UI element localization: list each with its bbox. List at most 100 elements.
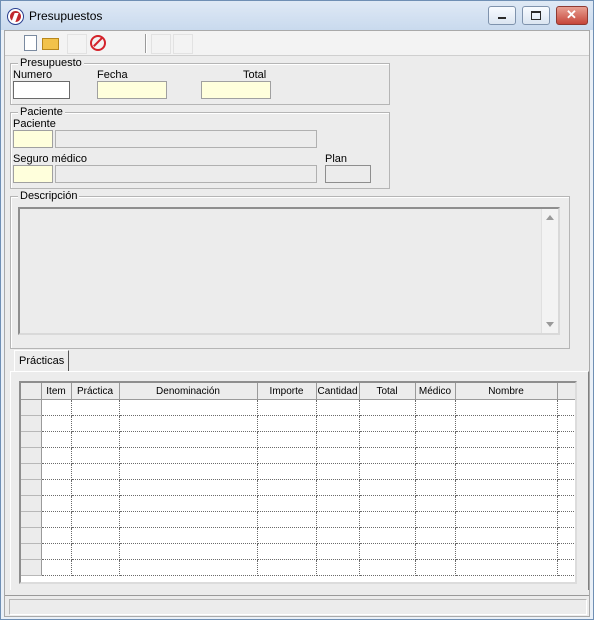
grid-cell[interactable] (71, 415, 120, 432)
grid-cell[interactable] (415, 479, 456, 496)
grid-cell[interactable] (557, 447, 575, 464)
grid-cell[interactable] (41, 543, 72, 560)
grid-cell[interactable] (71, 543, 120, 560)
grid-cell[interactable] (415, 495, 456, 512)
grid-cell[interactable] (41, 463, 72, 480)
grid-cell[interactable] (119, 511, 258, 528)
grid-cell[interactable] (359, 543, 416, 560)
scroll-down-icon[interactable] (546, 322, 554, 327)
grid-cell[interactable] (557, 463, 575, 480)
row-header-cell[interactable] (21, 479, 42, 496)
grid-cell[interactable] (119, 431, 258, 448)
table-row[interactable] (21, 399, 575, 416)
grid-cell[interactable] (257, 431, 317, 448)
grid-cell[interactable] (257, 463, 317, 480)
grid-cell[interactable] (41, 559, 72, 576)
grid-cell[interactable] (119, 463, 258, 480)
table-row[interactable] (21, 431, 575, 448)
grid-cell[interactable] (415, 399, 456, 416)
grid-cell[interactable] (359, 399, 416, 416)
scroll-up-icon[interactable] (546, 215, 554, 220)
grid-cell[interactable] (119, 495, 258, 512)
grid-cell[interactable] (415, 447, 456, 464)
grid-cell[interactable] (71, 495, 120, 512)
grid-cell[interactable] (359, 479, 416, 496)
grid-cell[interactable] (415, 463, 456, 480)
grid-cell[interactable] (557, 415, 575, 432)
grid-cell[interactable] (557, 511, 575, 528)
grid-cell[interactable] (316, 559, 360, 576)
seguro-code-input[interactable] (13, 165, 53, 183)
grid-cell[interactable] (455, 527, 558, 544)
grid-cell[interactable] (557, 479, 575, 496)
row-header-cell[interactable] (21, 559, 42, 576)
grid-cell[interactable] (257, 415, 317, 432)
grid-cell[interactable] (455, 511, 558, 528)
table-row[interactable] (21, 543, 575, 560)
grid-cell[interactable] (557, 495, 575, 512)
grid-cell[interactable] (41, 511, 72, 528)
open-folder-icon[interactable] (41, 34, 59, 52)
row-header-cell[interactable] (21, 415, 42, 432)
grid-cell[interactable] (119, 415, 258, 432)
row-header-cell[interactable] (21, 495, 42, 512)
grid-cell[interactable] (557, 543, 575, 560)
grid-cell[interactable] (359, 559, 416, 576)
grid-cell[interactable] (359, 447, 416, 464)
grid-cell[interactable] (71, 511, 120, 528)
grid-cell[interactable] (41, 447, 72, 464)
grid-cell[interactable] (257, 559, 317, 576)
table-row[interactable] (21, 559, 575, 576)
paciente-code-input[interactable] (13, 130, 53, 148)
grid-column-header[interactable]: Nombre (455, 383, 558, 400)
numero-input[interactable] (13, 81, 70, 99)
tab-practicas[interactable]: Prácticas (14, 350, 70, 372)
grid-column-header[interactable]: Item (41, 383, 72, 400)
grid-cell[interactable] (415, 431, 456, 448)
grid-cell[interactable] (257, 479, 317, 496)
cancel-icon[interactable] (89, 34, 107, 52)
grid-cell[interactable] (557, 559, 575, 576)
grid-cell[interactable] (415, 559, 456, 576)
new-document-icon[interactable] (21, 34, 39, 52)
grid-cell[interactable] (119, 479, 258, 496)
grid-cell[interactable] (359, 495, 416, 512)
grid-cell[interactable] (316, 415, 360, 432)
grid-cell[interactable] (316, 511, 360, 528)
grid-cell[interactable] (257, 399, 317, 416)
grid-column-header[interactable]: Práctica (71, 383, 120, 400)
grid-cell[interactable] (316, 447, 360, 464)
grid-cell[interactable] (41, 479, 72, 496)
grid-cell[interactable] (455, 479, 558, 496)
grid-cell[interactable] (316, 479, 360, 496)
grid-cell[interactable] (316, 463, 360, 480)
grid-cell[interactable] (455, 559, 558, 576)
plan-input[interactable] (325, 165, 371, 183)
grid-cell[interactable] (455, 431, 558, 448)
grid-cell[interactable] (257, 447, 317, 464)
grid-cell[interactable] (119, 399, 258, 416)
grid-cell[interactable] (455, 399, 558, 416)
row-header-cell[interactable] (21, 399, 42, 416)
grid-cell[interactable] (119, 543, 258, 560)
grid-cell[interactable] (359, 431, 416, 448)
grid-cell[interactable] (359, 415, 416, 432)
grid-cell[interactable] (71, 479, 120, 496)
descripcion-textarea[interactable] (18, 207, 560, 335)
minimize-button[interactable] (488, 6, 516, 25)
grid-cell[interactable] (316, 527, 360, 544)
row-header-cell[interactable] (21, 511, 42, 528)
grid-cell[interactable] (41, 495, 72, 512)
maximize-button[interactable] (522, 6, 550, 25)
table-row[interactable] (21, 447, 575, 464)
grid-cell[interactable] (455, 447, 558, 464)
grid-cell[interactable] (359, 463, 416, 480)
grid-cell[interactable] (257, 495, 317, 512)
row-header-cell[interactable] (21, 447, 42, 464)
grid-cell[interactable] (415, 527, 456, 544)
table-row[interactable] (21, 479, 575, 496)
grid-cell[interactable] (316, 543, 360, 560)
grid-cell[interactable] (119, 559, 258, 576)
close-button[interactable]: ✕ (556, 6, 588, 25)
grid-cell[interactable] (257, 543, 317, 560)
